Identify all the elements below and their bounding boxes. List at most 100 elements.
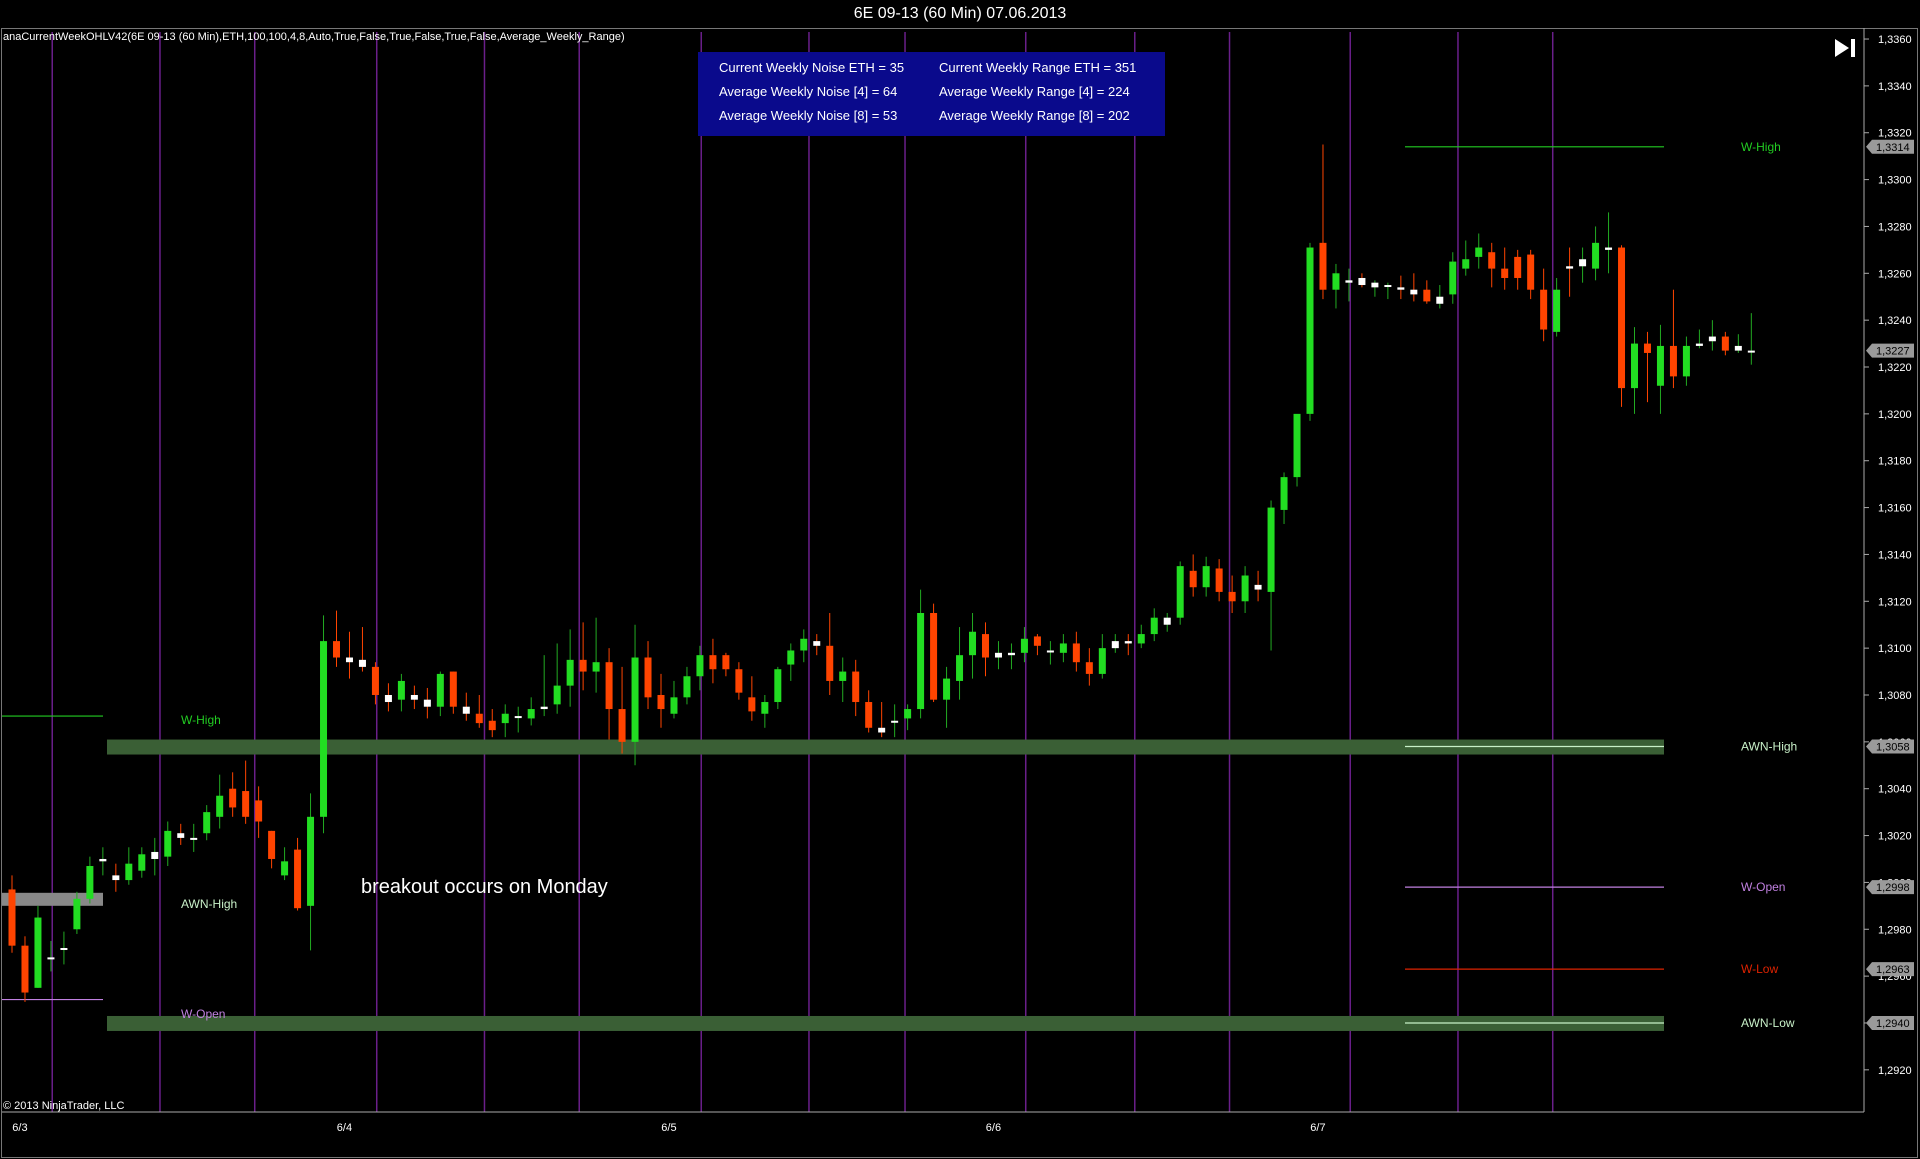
indicator-label: anaCurrentWeekOHLV42(6E 09-13 (60 Min),E… [3, 31, 625, 43]
price-chart[interactable]: W-High AWN-High W-Open W-High AWN-High W-Open… [0, 0, 1920, 1159]
candle-body [969, 631, 977, 656]
candle-body [774, 669, 782, 703]
candle-body [501, 713, 509, 724]
candle-body [216, 795, 224, 817]
candle-body [1267, 507, 1275, 592]
current-range-text: Current Weekly Range ETH = 351 [939, 60, 1137, 75]
candle-body [190, 837, 198, 840]
y-tick-label: 1,3120 [1878, 596, 1912, 608]
candle-body [592, 662, 600, 672]
session-separators [51, 32, 1554, 1112]
candle-body [579, 659, 587, 672]
candle-body [852, 671, 860, 703]
price-flag-label: 1,2940 [1876, 1018, 1910, 1030]
candle-body [657, 694, 665, 710]
candle-body [1020, 638, 1028, 653]
candle-body [1579, 259, 1587, 267]
candle-body [1721, 336, 1729, 351]
awn-high-label-right: AWN-High [1741, 740, 1797, 754]
candle-body [99, 858, 107, 862]
y-tick-label: 1,3300 [1878, 175, 1912, 187]
candle-body [670, 697, 678, 714]
candle-body [1163, 617, 1171, 625]
candle-body [514, 716, 522, 719]
w-low-label-right: W-Low [1741, 962, 1778, 976]
price-flag-label: 1,3058 [1876, 742, 1910, 754]
candle-body [34, 917, 42, 988]
candle-body [865, 702, 873, 728]
candle-body [423, 699, 431, 707]
candle-body [177, 833, 185, 838]
candle-body [1319, 242, 1327, 290]
candle-body [1280, 477, 1288, 510]
candle-body [268, 830, 276, 859]
y-tick-label: 1,3080 [1878, 690, 1912, 702]
candle-body [891, 720, 899, 723]
candle-body [1695, 343, 1703, 346]
candle-body [1358, 277, 1366, 286]
awn-high-label-left: AWN-High [181, 897, 237, 911]
candle-body [1618, 247, 1626, 389]
candle-body [410, 694, 418, 700]
candle-body [917, 612, 925, 710]
candle-body [1553, 289, 1561, 332]
candle-body [618, 709, 626, 742]
noise-range-info-box: Current Weekly Noise ETH = 35 Average We… [698, 52, 1165, 136]
candle-body [1423, 289, 1431, 302]
jump-to-end-icon[interactable] [1832, 35, 1858, 61]
candle-body [1462, 259, 1470, 269]
price-flag-label: 1,2998 [1876, 882, 1910, 894]
current-noise-text: Current Weekly Noise ETH = 35 [719, 60, 905, 75]
candle-body [1643, 343, 1651, 353]
candle-body [1566, 266, 1574, 269]
candle-body [1033, 636, 1041, 646]
candle-body [1293, 413, 1301, 478]
candle-body [1682, 345, 1690, 377]
x-tick-label: 6/7 [1310, 1122, 1325, 1134]
candle-body [1098, 648, 1106, 674]
candle-body [73, 898, 81, 930]
candle-body [125, 863, 133, 881]
price-flag-label: 1,2963 [1876, 964, 1910, 976]
candle-body [229, 788, 237, 808]
y-tick-label: 1,3340 [1878, 81, 1912, 93]
candle-body [1046, 650, 1054, 653]
candle-body [242, 791, 250, 817]
x-axis: 6/3 6/4 6/5 6/6 6/7 [2, 1111, 1864, 1134]
candle-body [644, 657, 652, 698]
candle-body [748, 697, 756, 712]
candle-body [904, 709, 912, 719]
candle-body [151, 851, 159, 859]
candle-body [1605, 247, 1613, 250]
candle-body [384, 694, 392, 703]
candle-body [800, 638, 808, 651]
candle-body [21, 945, 29, 993]
y-tick-label: 1,3200 [1878, 409, 1912, 421]
candle-body [164, 830, 172, 857]
candle-body [696, 655, 704, 677]
candle-body [488, 720, 496, 731]
avg-range-4-text: Average Weekly Range [4] = 224 [939, 84, 1130, 99]
candle-body [878, 727, 886, 733]
candle-body [255, 800, 263, 822]
candle-body [722, 655, 730, 670]
candle-body [462, 706, 470, 714]
y-tick-label: 1,3280 [1878, 221, 1912, 233]
candle-body [1085, 662, 1093, 674]
candle-body [1449, 261, 1457, 295]
candle-body [839, 671, 847, 681]
candle-body [320, 641, 328, 817]
candle-body [761, 702, 769, 714]
candle-body [943, 678, 951, 700]
candle-body [566, 659, 574, 686]
candle-body [281, 861, 289, 876]
candle-body [1384, 285, 1392, 288]
candle-body [1254, 584, 1262, 590]
price-flag-label: 1,3227 [1876, 346, 1910, 358]
w-open-label-left: W-Open [181, 1007, 225, 1021]
candle-body [294, 849, 302, 909]
candle-body [1734, 345, 1742, 351]
candle-body [1540, 289, 1548, 330]
x-tick-label: 6/5 [661, 1122, 676, 1134]
candle-body [138, 854, 146, 871]
